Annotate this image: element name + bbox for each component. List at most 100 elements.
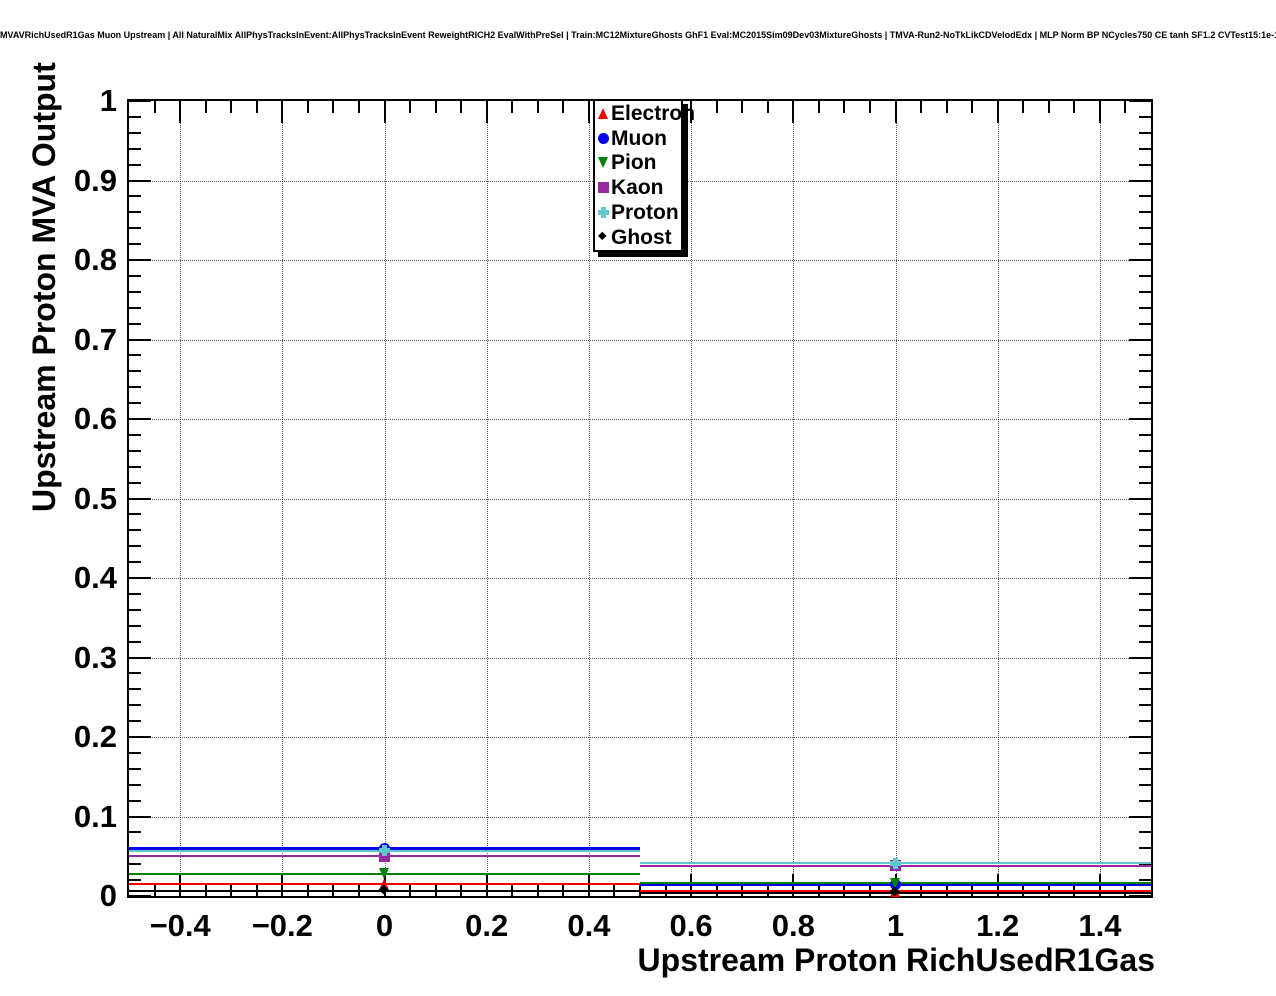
y-axis-tick-right xyxy=(1139,751,1151,754)
x-axis-title: Upstream Proton RichUsedR1Gas xyxy=(637,942,1155,978)
y-axis-tick-right xyxy=(1139,147,1151,150)
y-axis-tick-right xyxy=(1139,767,1151,770)
grid-line-horizontal xyxy=(129,419,1151,420)
y-axis-tick xyxy=(129,577,151,579)
y-axis-tick-right xyxy=(1139,274,1151,277)
y-tick-label: 0.6 xyxy=(73,401,117,436)
x-axis-tick-top xyxy=(485,101,488,123)
y-axis-tick xyxy=(129,433,141,436)
x-tick-label: 0.2 xyxy=(465,908,509,943)
legend-item-pion: Pion xyxy=(595,151,681,176)
y-axis-tick-right xyxy=(1139,879,1151,882)
x-axis-tick-top xyxy=(587,101,590,123)
y-axis-tick-right xyxy=(1129,577,1151,579)
y-axis-tick-right xyxy=(1129,179,1151,182)
x-axis-tick-top xyxy=(460,101,463,113)
y-axis-tick xyxy=(129,783,141,786)
legend-marker-plus-icon xyxy=(595,200,611,225)
x-tick-label: 0.6 xyxy=(669,908,713,943)
y-axis-tick-right xyxy=(1139,688,1151,691)
x-axis-tick-top xyxy=(409,101,412,113)
y-axis-tick-right xyxy=(1139,131,1151,134)
y-axis-tick xyxy=(129,259,151,261)
y-axis-tick-right xyxy=(1129,418,1151,420)
y-axis-tick xyxy=(129,195,141,198)
y-axis-tick-right xyxy=(1139,163,1151,166)
root-canvas: MVAVRichUsedR1Gas Muon Upstream | All Na… xyxy=(0,0,1276,996)
y-axis-tick-right xyxy=(1139,243,1151,246)
y-axis-tick-right xyxy=(1139,831,1151,834)
x-axis-tick-top xyxy=(920,101,923,113)
grid-line-horizontal xyxy=(129,657,1151,659)
x-axis-tick-top xyxy=(945,101,948,113)
legend-marker-square-icon xyxy=(595,175,611,200)
grid-line-horizontal xyxy=(129,737,1151,738)
y-axis-tick xyxy=(129,656,151,659)
legend-item-electron: Electron xyxy=(595,101,695,126)
x-axis-tick-top xyxy=(1124,101,1127,113)
x-axis-tick-top xyxy=(1073,101,1076,113)
grid-line-horizontal xyxy=(129,339,1151,341)
y-axis-tick xyxy=(129,767,141,770)
legend-item-muon: Muon xyxy=(595,126,681,151)
y-axis-tick xyxy=(129,274,141,277)
y-axis-tick xyxy=(129,115,141,118)
y-axis-tick xyxy=(129,243,141,246)
legend-marker-triangle-up-icon xyxy=(595,101,611,126)
y-tick-label: 0.2 xyxy=(73,719,117,754)
y-axis-title: Upstream Proton MVA Output xyxy=(26,62,62,512)
y-axis-tick xyxy=(129,227,141,230)
y-axis-tick-right xyxy=(1129,259,1151,261)
y-axis-tick xyxy=(129,624,141,627)
y-axis-tick xyxy=(129,497,151,500)
y-axis-tick xyxy=(129,895,151,897)
y-axis-tick xyxy=(129,322,141,325)
y-axis-tick-right xyxy=(1129,656,1151,659)
y-axis-tick xyxy=(129,481,141,484)
y-axis-tick xyxy=(129,306,141,309)
y-axis-tick-right xyxy=(1139,561,1151,564)
y-tick-label: 0 xyxy=(99,878,117,913)
y-axis-tick-right xyxy=(1139,481,1151,484)
y-axis-tick-right xyxy=(1139,513,1151,516)
y-axis-tick xyxy=(129,592,141,595)
y-axis-tick xyxy=(129,179,151,182)
legend-label: Electron xyxy=(611,101,696,125)
legend-item-kaon: Kaon xyxy=(595,175,681,200)
y-axis-tick xyxy=(129,815,151,818)
x-axis-tick-top xyxy=(434,101,437,113)
y-axis-tick-right xyxy=(1139,799,1151,802)
legend-item-ghost: Ghost xyxy=(595,225,681,250)
y-axis-tick-right xyxy=(1129,895,1151,897)
legend-label: Ghost xyxy=(611,225,672,249)
y-axis-tick-right xyxy=(1129,100,1151,102)
y-axis-tick xyxy=(129,529,141,532)
y-axis-tick xyxy=(129,688,141,691)
y-axis-tick xyxy=(129,163,141,166)
x-axis-tick-top xyxy=(179,101,182,123)
y-axis-tick-right xyxy=(1139,847,1151,850)
x-tick-label: 0.8 xyxy=(771,908,815,943)
y-tick-label: 0.5 xyxy=(73,480,117,516)
y-axis-tick-right xyxy=(1139,783,1151,786)
x-axis-tick-top xyxy=(383,101,386,123)
y-axis-tick-right xyxy=(1139,465,1151,468)
y-axis-tick xyxy=(129,354,141,357)
x-axis-tick-top xyxy=(230,101,233,113)
x-axis-tick-top xyxy=(1022,101,1025,113)
y-axis-tick-right xyxy=(1139,290,1151,293)
x-axis-tick-top xyxy=(868,101,871,113)
y-axis-tick xyxy=(129,831,141,834)
legend-marker-triangle-down-icon xyxy=(595,151,611,176)
x-tick-label: −0.4 xyxy=(149,908,211,943)
y-axis-tick-right xyxy=(1139,592,1151,595)
y-axis-tick-right xyxy=(1129,338,1151,341)
y-tick-label: 0.9 xyxy=(73,162,117,198)
y-axis-tick xyxy=(129,720,141,723)
legend-marker-circle-icon xyxy=(595,126,611,151)
y-axis-tick xyxy=(129,418,151,420)
y-axis-tick xyxy=(129,449,141,452)
y-axis-tick-right xyxy=(1139,115,1151,118)
y-axis-tick xyxy=(129,100,151,102)
y-axis-tick xyxy=(129,863,141,866)
